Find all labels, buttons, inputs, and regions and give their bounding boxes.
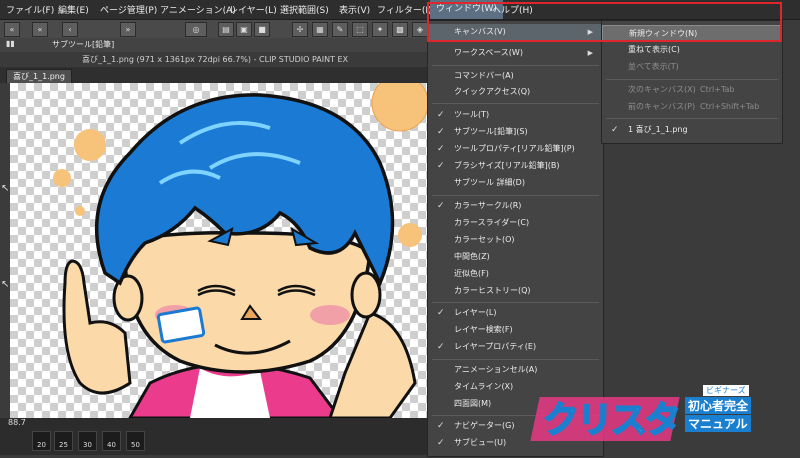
more-icon[interactable]: ◈ [412,22,428,37]
collapse-left-icon[interactable]: « [4,22,20,37]
check-icon: ✓ [437,144,445,154]
document-title-bar: 喜び_1_1.png (971 x 1361px 72dpi 66.7%) - … [0,53,430,66]
check-icon: ✓ [437,342,445,352]
check-icon: ✓ [437,308,445,318]
menu-item-tile[interactable]: 並べて表示(T) [602,59,782,75]
clear-icon[interactable]: ▦ [312,22,328,37]
save-icon[interactable]: ■ [254,22,270,37]
menu-item-approximate-color[interactable]: 近似色(F) [428,266,603,282]
menu-item-tool-property[interactable]: ✓ ツールプロパティ[リアル鉛筆](P) [428,141,603,157]
watermark-logo: クリスタ ビギナーズ 初心者完全 マニュアル [530,385,795,445]
zoom-value[interactable]: 88.7 [8,418,26,427]
menu-item-next-canvas[interactable]: 次のキャンバス(X) Ctrl+Tab [602,82,782,98]
settings-icon[interactable]: ✦ [372,22,388,37]
menu-item-subtool[interactable]: ✓ サブツール[鉛筆](S) [428,124,603,140]
check-icon: ✓ [611,125,619,135]
menu-item-tool[interactable]: ✓ ツール(T) [428,107,603,123]
menu-page[interactable]: ページ管理(P) [100,3,157,16]
folder-icon[interactable]: ▣ [236,22,252,37]
menu-item-layer[interactable]: ✓ レイヤー(L) [428,305,603,321]
canvas-area[interactable] [10,83,430,418]
menu-item-color-slider[interactable]: カラースライダー(C) [428,215,603,231]
fill-icon[interactable]: ✎ [332,22,348,37]
bubble-circle [53,169,71,187]
menu-filter[interactable]: フィルター(I) [377,3,432,16]
menu-item-workspace[interactable]: ワークスペース(W) ▶ [428,45,603,61]
logo-line2: マニュアル [685,415,751,432]
menu-file[interactable]: ファイル(F) [6,3,54,16]
check-icon: ✓ [437,438,445,448]
brush-size-50[interactable]: 50 [126,431,145,451]
subtool-title: サブツール[鉛筆] [52,40,115,49]
command-bar: « « ‹ » ◎ ▤ ▣ ■ ✢ ▦ ✎ ⬚ ✦ ▩ ◈ [0,20,430,39]
menu-selection[interactable]: 選択範囲(S) [280,3,329,16]
menu-item-color-history[interactable]: カラーヒストリー(Q) [428,283,603,299]
highlight-frame [427,2,782,42]
logo-text: クリスタ [542,399,682,442]
logo-line1: 初心者完全 [685,397,752,414]
menu-item-layer-search[interactable]: レイヤー検索(F) [428,322,603,338]
menu-item-prev-canvas[interactable]: 前のキャンバス(P) Ctrl+Shift+Tab [602,99,782,115]
menu-item-color-set[interactable]: カラーセット(O) [428,232,603,248]
document-tabs: 喜び_1_1.png [0,67,430,84]
brush-size-25[interactable]: 25 [54,431,73,451]
panel-icon[interactable]: ‹ [62,22,78,37]
subtool-header: ▮▮ サブツール[鉛筆] [0,38,430,52]
file-icon[interactable]: ▤ [218,22,234,37]
check-icon: ✓ [437,421,445,431]
check-icon: ✓ [437,127,445,137]
check-icon: ✓ [437,201,445,211]
grip-icon: ▮▮ [6,39,15,48]
bubble-circle [398,223,422,247]
menu-item-animation-cel[interactable]: アニメーションセル(A) [428,362,603,378]
left-tool-strip: ↖ ↖ [0,83,10,418]
menu-item-quick-access[interactable]: クイックアクセス(Q) [428,84,603,100]
menu-animation[interactable]: アニメーション(A) [160,3,236,16]
illustration [53,83,429,418]
menu-item-intermediate-color[interactable]: 中間色(Z) [428,249,603,265]
right-cheek [310,305,350,325]
menu-item-command-bar[interactable]: コマンドバー(A) [428,68,603,84]
menu-edit[interactable]: 編集(E) [58,3,89,16]
bubble-circle [371,83,429,132]
beginners-tag: ビギナーズ [703,385,749,396]
film-bandage [156,306,206,344]
menu-view[interactable]: 表示(V) [339,3,370,16]
brush-size-30[interactable]: 30 [78,431,97,451]
bubble-circle [75,206,85,216]
menu-item-subtool-detail[interactable]: サブツール 詳細(D) [428,175,603,191]
spiral-icon[interactable]: ◎ [185,22,207,37]
status-bar: 88.7 20 25 30 40 50 [0,418,430,455]
collapse-icon[interactable]: « [32,22,48,37]
grid-icon[interactable]: ▩ [392,22,408,37]
chevron-right-icon: ▶ [587,49,593,57]
cursor-icon[interactable]: ↖ [1,183,9,194]
menu-item-color-circle[interactable]: ✓ カラーサークル(R) [428,198,603,214]
document-title: 喜び_1_1.png (971 x 1361px 72dpi 66.7%) - … [82,55,349,64]
brush-size-20[interactable]: 20 [32,431,51,451]
transform-icon[interactable]: ✢ [292,22,308,37]
panel-right-icon[interactable]: » [120,22,136,37]
menu-layer[interactable]: レイヤー(L) [229,3,277,16]
right-ear [350,271,382,319]
check-icon: ✓ [437,161,445,171]
bubble-circle [74,129,106,161]
menu-item-open-canvas[interactable]: ✓ 1 喜び_1_1.png [602,122,782,138]
menu-item-brush-size[interactable]: ✓ ブラシサイズ[リアル鉛筆](B) [428,158,603,174]
check-icon: ✓ [437,110,445,120]
menu-item-cascade[interactable]: 重ねて表示(C) [602,42,782,58]
tab-document[interactable]: 喜び_1_1.png [6,69,72,84]
cursor-icon-2[interactable]: ↖ [1,279,9,290]
brush-size-40[interactable]: 40 [102,431,121,451]
menu-item-layer-property[interactable]: ✓ レイヤープロパティ(E) [428,339,603,355]
select-icon[interactable]: ⬚ [352,22,368,37]
